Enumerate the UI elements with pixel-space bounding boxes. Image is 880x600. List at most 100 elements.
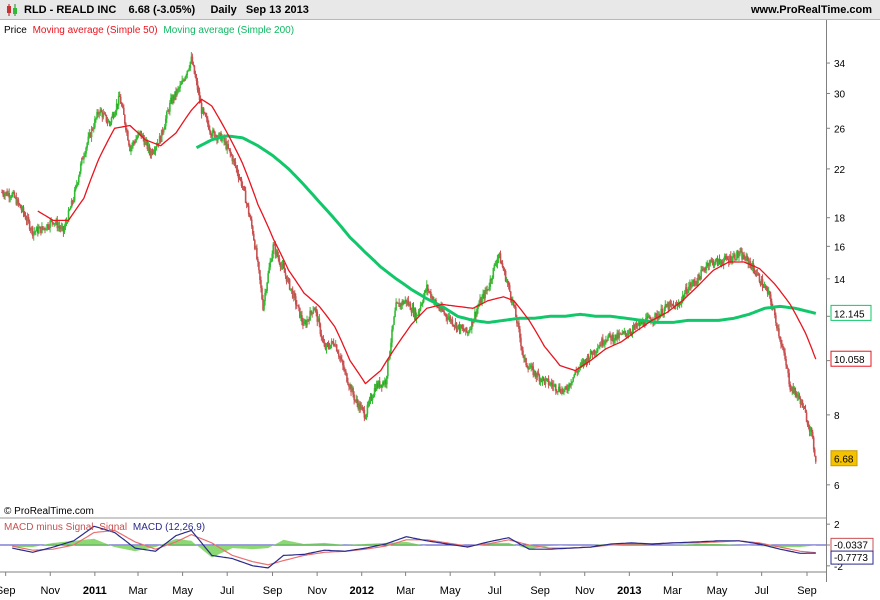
price-bar-body	[69, 207, 72, 210]
time-tick-label: Mar	[663, 585, 682, 597]
price-bar-body	[520, 337, 522, 347]
chart-window: RLD - REALD INC 6.68 (-3.05%) Daily Sep …	[0, 0, 880, 600]
price-bar-body	[387, 360, 389, 376]
price-bar-body	[85, 147, 87, 154]
time-axis: Sep Nov 2011 Mar May Jul Sep Nov 2012 Mar May Jul Se…	[0, 572, 817, 597]
price-bar-body	[110, 117, 113, 123]
price-bar-body	[87, 136, 90, 144]
price-bar-body	[166, 111, 168, 119]
price-bar-body	[179, 84, 181, 89]
price-tick-label: 26	[834, 124, 846, 135]
time-tick-label: Nov	[575, 585, 595, 597]
price-bar-body	[814, 455, 817, 462]
price-bar-body	[734, 254, 736, 260]
chart-canvas[interactable]: Price Moving average (Simple 50) Moving …	[0, 20, 880, 600]
time-tick-label: Mar	[396, 585, 415, 597]
legend-macd-signal: Signal	[99, 522, 127, 533]
price-bar-body	[68, 209, 71, 211]
price-bar-body	[92, 127, 95, 130]
price-tick-label: 8	[834, 411, 840, 422]
legend-macd: MACD (12,26,9)	[133, 522, 205, 533]
price-bar-body	[94, 119, 96, 128]
price-bar-body	[288, 279, 291, 290]
price-bar-body	[778, 328, 780, 337]
candlestick-icon[interactable]	[5, 3, 19, 17]
time-tick-label: Nov	[40, 585, 60, 597]
badge-label: -0.0337	[834, 540, 868, 551]
axis-border	[826, 20, 827, 582]
price-bar-body	[298, 305, 300, 308]
price-bar-body	[38, 228, 40, 234]
instrument-quote: 6.68 (-3.05%)	[128, 4, 196, 16]
price-bar-body	[124, 114, 126, 124]
price-series-layer	[1, 52, 817, 464]
instrument-symbol: RLD - REALD INC	[24, 4, 117, 16]
site-url: www.ProRealTime.com	[750, 4, 872, 16]
price-bar-body	[244, 190, 247, 204]
price-bar-body	[227, 144, 230, 149]
legend-ma200: Moving average (Simple 200)	[163, 25, 294, 36]
price-bar-body	[284, 272, 287, 276]
price-bar-body	[394, 310, 396, 317]
ma50-line	[37, 98, 817, 385]
time-tick-label: Sep	[263, 585, 283, 597]
price-bar-body	[596, 348, 599, 352]
price-bar-body	[90, 128, 93, 138]
time-tick-label: 2013	[617, 585, 641, 597]
price-bar-body	[117, 95, 120, 106]
legend-macd-hist: MACD minus Signal	[4, 522, 93, 533]
price-bar-body	[169, 102, 171, 112]
badge-label: 10.058	[834, 355, 865, 366]
legend-ma50: Moving average (Simple 50)	[33, 25, 158, 36]
price-bar-body	[162, 129, 165, 133]
price-bar-body	[84, 153, 86, 157]
price-bar-body	[775, 315, 777, 323]
macd-axis: -22-0.0337-0.7773	[826, 520, 874, 573]
badge-ma50: 10.058	[830, 350, 872, 367]
price-bars	[1, 52, 817, 464]
time-tick-label: 2011	[83, 585, 107, 597]
price-bar-body	[451, 319, 454, 325]
price-bar-body	[266, 282, 268, 291]
badge-ma200: 12.145	[830, 304, 872, 321]
price-bar-body	[77, 176, 80, 183]
price-bar-body	[393, 316, 395, 325]
price-bar-body	[353, 394, 355, 400]
price-tick-label: 18	[834, 214, 846, 225]
price-tick-label: 22	[834, 165, 846, 176]
price-bar-body	[127, 131, 129, 141]
badge-price: 6.68	[830, 450, 858, 467]
time-tick-label: Sep	[0, 585, 15, 597]
price-axis: 6810121416182226303412.14510.0586.68	[826, 59, 872, 492]
price-bar-body	[813, 449, 816, 456]
badge-macd: -0.7773	[830, 550, 874, 565]
badge-label: -0.7773	[834, 553, 868, 564]
price-bar-body	[267, 273, 269, 283]
price-bar-body	[269, 261, 271, 268]
ma200-line	[195, 134, 817, 324]
price-bar-body	[609, 333, 611, 336]
time-tick-label: Jul	[755, 585, 769, 597]
price-bar-body	[758, 274, 761, 282]
price-tick-label: 34	[834, 59, 846, 70]
macd-legend: MACD minus Signal Signal MACD (12,26,9)	[4, 522, 205, 533]
price-bar-body	[83, 156, 85, 160]
time-tick-label: May	[707, 585, 728, 597]
chart-date: Sep 13 2013	[245, 4, 309, 16]
price-bar-body	[508, 285, 511, 292]
price-bar-body	[392, 324, 394, 330]
badge-label: 6.68	[834, 455, 854, 466]
price-bar-body	[202, 108, 205, 113]
time-tick-label: Mar	[129, 585, 148, 597]
price-bar-body	[123, 107, 125, 115]
time-tick-label: May	[172, 585, 193, 597]
price-tick-label: 16	[834, 242, 846, 253]
legend-price: Price	[4, 25, 27, 36]
time-tick-label: 2012	[349, 585, 373, 597]
price-bar-body	[34, 231, 37, 233]
chart-header: RLD - REALD INC 6.68 (-3.05%) Daily Sep …	[0, 0, 880, 20]
price-bar-body	[312, 310, 314, 314]
price-tick-label: 6	[834, 481, 840, 492]
price-bar-body	[95, 118, 97, 120]
price-legend: Price Moving average (Simple 50) Moving …	[4, 25, 294, 36]
